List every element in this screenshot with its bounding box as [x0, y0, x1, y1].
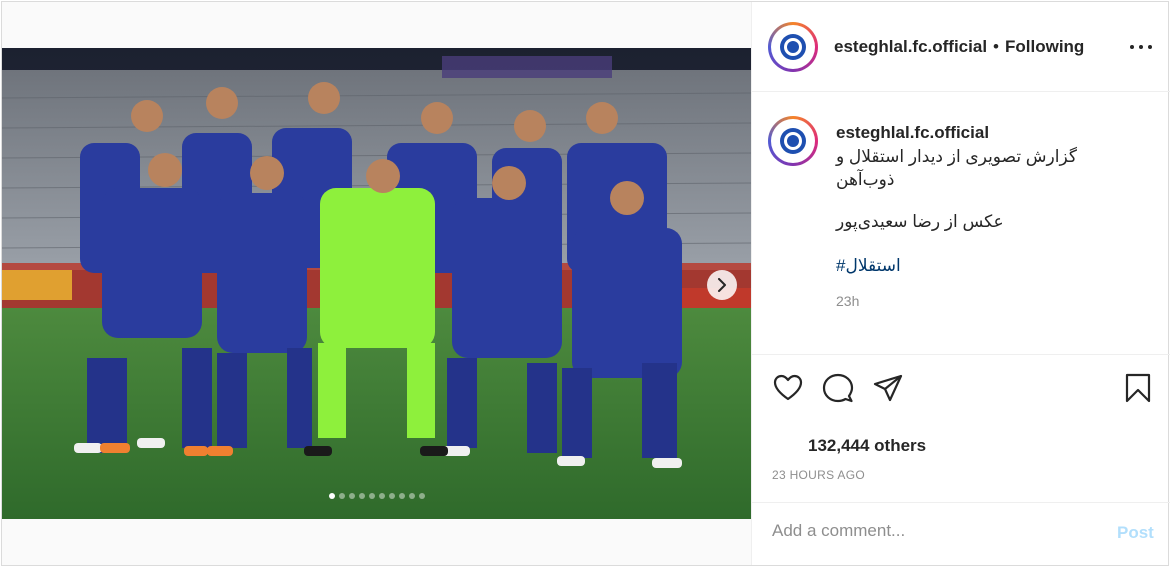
post-timestamp[interactable]: 23 HOURS AGO [772, 468, 865, 482]
bookmark-icon [1125, 373, 1151, 403]
following-button[interactable]: Following [1005, 37, 1084, 56]
hashtag-link[interactable]: #استقلال [836, 256, 901, 276]
post-card: esteghlal.fc.official • Following esteghla… [1, 1, 1170, 566]
caption-line-2: ذوب‌آهن [836, 170, 895, 189]
share-icon [873, 374, 903, 402]
carousel-dot [388, 493, 395, 499]
ellipsis-dot [1139, 45, 1143, 49]
comment-input[interactable] [772, 521, 1092, 541]
carousel-dot [418, 493, 425, 499]
heart-icon [773, 374, 803, 401]
caption-section: esteghlal.fc.official گزارش تصویری از دی… [752, 93, 1170, 355]
post-sidebar: esteghlal.fc.official • Following esteghla… [751, 2, 1170, 565]
ellipsis-icon [1130, 45, 1134, 49]
team-photo-image [2, 48, 751, 519]
club-logo-icon [780, 128, 806, 154]
caption-line-3: عکس از رضا سعیدی‌پور [836, 212, 1004, 231]
avatar[interactable] [768, 22, 818, 72]
carousel-dot [398, 493, 405, 499]
team-photo [2, 48, 751, 519]
carousel-dot [408, 493, 415, 499]
save-button[interactable] [1122, 372, 1154, 404]
carousel-next-button[interactable] [707, 270, 737, 300]
comment-icon [822, 373, 854, 403]
post-media [2, 2, 751, 565]
caption-username[interactable]: esteghlal.fc.official [836, 123, 989, 143]
like-button[interactable] [772, 372, 804, 404]
caption-avatar[interactable] [768, 116, 818, 166]
carousel-dot [338, 493, 345, 499]
carousel-dot [348, 493, 355, 499]
more-options-button[interactable] [1130, 38, 1152, 56]
carousel-indicator [2, 493, 751, 499]
post-comment-button[interactable]: Post [1117, 523, 1154, 543]
ellipsis-dot [1148, 45, 1152, 49]
header-user-line: esteghlal.fc.official • Following [834, 37, 1084, 57]
carousel-dot [358, 493, 365, 499]
post-header: esteghlal.fc.official • Following [752, 2, 1170, 92]
share-button[interactable] [872, 372, 904, 404]
comment-bar: Post [752, 502, 1170, 565]
chevron-right-icon [718, 278, 726, 292]
caption-line-1: گزارش تصویری از دیدار استقلال و [836, 147, 1077, 166]
likes-count[interactable]: 132,444 others [808, 436, 926, 456]
carousel-dot [368, 493, 375, 499]
action-bar [752, 356, 1170, 426]
comment-button[interactable] [822, 372, 854, 404]
caption-time[interactable]: 23h [836, 293, 859, 309]
club-logo-icon [780, 34, 806, 60]
header-username[interactable]: esteghlal.fc.official [834, 37, 987, 56]
header-separator: • [993, 37, 999, 56]
carousel-dot [328, 493, 335, 499]
carousel-dot [378, 493, 385, 499]
